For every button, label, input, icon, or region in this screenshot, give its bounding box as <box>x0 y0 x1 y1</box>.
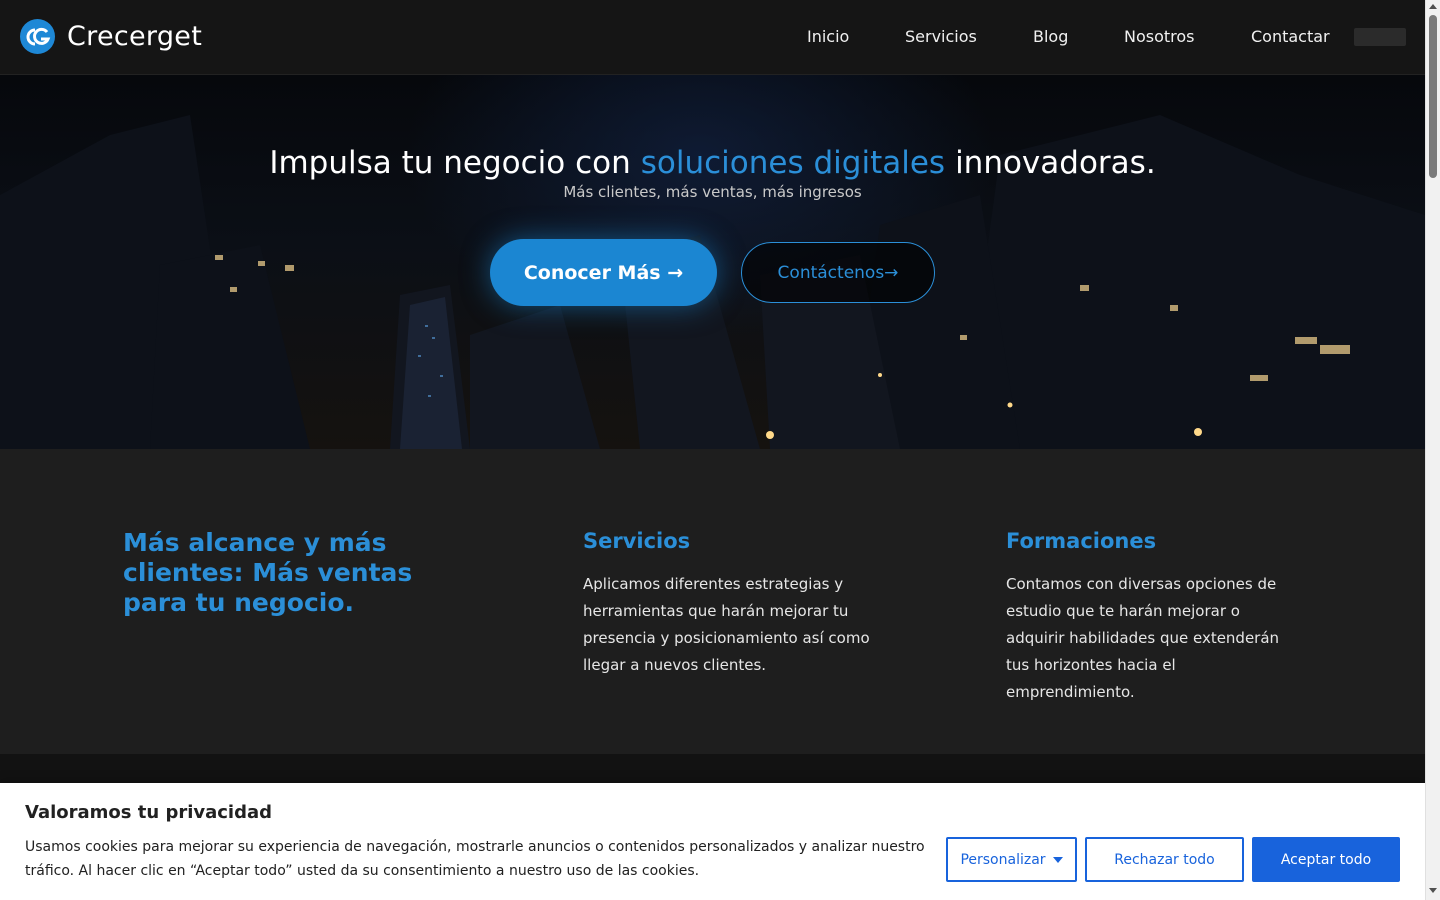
feature-servicios: Servicios Aplicamos diferentes estrategi… <box>583 529 883 679</box>
brand-link[interactable]: Crecerget <box>20 19 202 54</box>
brand-name: Crecerget <box>67 21 203 52</box>
hero-section: Impulsa tu negocio con soluciones digital… <box>0 75 1425 449</box>
accept-all-button[interactable]: Aceptar todo <box>1252 837 1400 882</box>
cookie-consent-banner: Valoramos tu privacidad Usamos cookies p… <box>0 783 1425 900</box>
contact-us-button[interactable]: Contáctenos→ <box>741 242 935 303</box>
caret-down-icon <box>1052 856 1063 863</box>
nav-item-contactar[interactable]: Contactar <box>1251 27 1330 46</box>
cookie-text: Usamos cookies para mejorar su experienc… <box>25 839 925 879</box>
nav-item-nosotros[interactable]: Nosotros <box>1124 27 1195 46</box>
logo-icon <box>20 19 55 54</box>
nav-item-servicios[interactable]: Servicios <box>905 27 977 46</box>
scroll-thumb[interactable] <box>1429 15 1437 178</box>
scroll-up-arrow-icon[interactable] <box>1429 4 1437 9</box>
feature-formaciones: Formaciones Contamos con diversas opcion… <box>1006 529 1291 706</box>
nav-item-inicio[interactable]: Inicio <box>807 27 849 46</box>
feature-text: Contamos con diversas opciones de estudi… <box>1006 575 1280 701</box>
hero-title-end: innovadoras. <box>955 145 1156 181</box>
feature-text: Aplicamos diferentes estrategias y herra… <box>583 575 870 674</box>
hero-subtitle: Más clientes, más ventas, más ingresos <box>563 183 862 201</box>
feature-title: Formaciones <box>1006 529 1157 553</box>
nav-item-blog[interactable]: Blog <box>1033 27 1068 46</box>
cookie-title: Valoramos tu privacidad <box>25 802 273 823</box>
customize-button[interactable]: Personalizar <box>946 837 1077 882</box>
feature-title: Servicios <box>583 529 691 553</box>
features-section: Más alcance y más clientes: Más ventas p… <box>0 449 1425 754</box>
page-scrollbar[interactable] <box>1425 0 1440 900</box>
features-headline: Más alcance y más clientes: Más ventas p… <box>123 528 413 617</box>
scroll-down-arrow-icon[interactable] <box>1429 888 1437 893</box>
reject-all-button[interactable]: Rechazar todo <box>1085 837 1244 882</box>
customize-label: Personalizar <box>960 851 1046 868</box>
learn-more-button[interactable]: Conocer Más → <box>490 239 717 306</box>
hero-title-highlight: soluciones digitales <box>640 145 946 181</box>
language-switcher[interactable] <box>1354 28 1406 46</box>
hero-title-start: Impulsa tu negocio con <box>269 145 631 181</box>
hero-title: Impulsa tu negocio con soluciones digital… <box>0 145 1425 181</box>
site-header: Crecerget Inicio Servicios Blog Nosotros… <box>0 0 1425 75</box>
